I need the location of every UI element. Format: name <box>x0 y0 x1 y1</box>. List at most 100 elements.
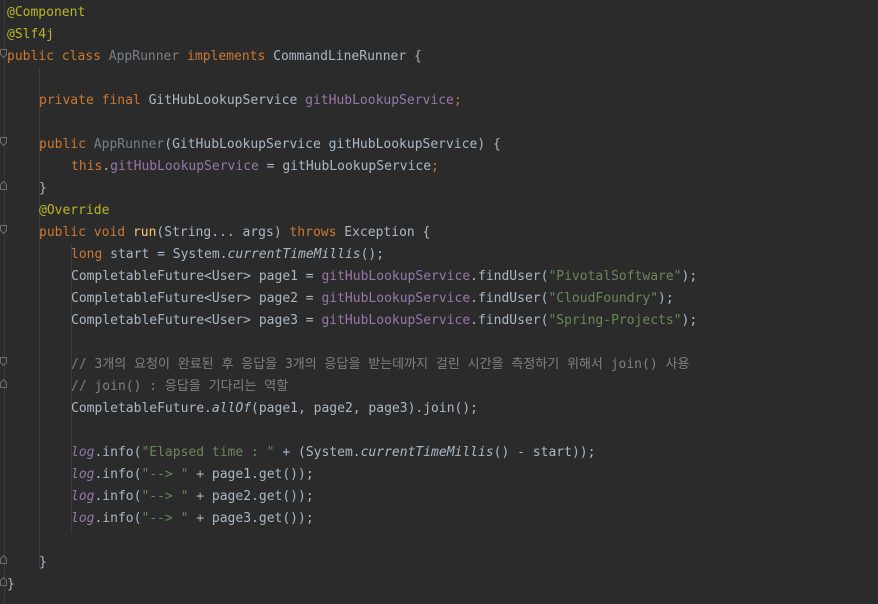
fold-marker-icon[interactable] <box>0 577 7 586</box>
call-end: ); <box>681 313 698 328</box>
expression: + page1.get()); <box>188 467 314 482</box>
fold-marker-icon[interactable] <box>0 379 7 388</box>
comment: // 3개의 요청이 완료된 후 응답을 3개의 응답을 받는데까지 걸린 시간… <box>71 357 690 372</box>
code-line[interactable]: public class AppRunner implements Comman… <box>7 46 422 68</box>
expression: + page2.get()); <box>188 489 314 504</box>
fold-marker-icon[interactable] <box>0 357 7 366</box>
code-line[interactable]: log.info("--> " + page3.get()); <box>71 508 314 530</box>
assignment: = gitHubLookupService <box>258 159 432 174</box>
interface-name: CommandLineRunner <box>273 49 407 64</box>
semicolon: ; <box>431 159 439 174</box>
code-line[interactable]: // 3개의 요청이 완료된 후 응답을 3개의 응답을 받는데까지 걸린 시간… <box>71 354 689 376</box>
constructor-name: AppRunner <box>93 137 165 152</box>
code-line[interactable]: log.info("Elapsed time : " + (System.cur… <box>71 442 595 464</box>
dot: . <box>102 159 111 174</box>
keyword: class <box>61 49 101 64</box>
method-name: run <box>132 225 157 240</box>
string-literal: "CloudFoundry" <box>548 291 659 306</box>
field-name: gitHubLookupService <box>305 93 454 108</box>
code-line[interactable]: public void run(String... args) throws E… <box>39 222 430 244</box>
brace: } <box>39 181 47 196</box>
method-call: .findUser( <box>470 269 549 284</box>
keyword: public <box>7 49 54 64</box>
code-line[interactable]: // join() : 응답을 기다리는 역할 <box>71 376 288 398</box>
keyword: public <box>39 225 86 240</box>
future-declaration: CompletableFuture<User> page2 = <box>71 291 322 306</box>
code-line[interactable]: this.gitHubLookupService = gitHubLookupS… <box>71 156 439 178</box>
method-call: .info( <box>94 489 142 504</box>
annotation-override: @Override <box>39 203 110 218</box>
code-line[interactable]: long start = System.currentTimeMillis(); <box>71 244 384 266</box>
keyword: final <box>101 93 141 108</box>
semicolon: ; <box>453 93 462 108</box>
constructor-params: (GitHubLookupService gitHubLookupService… <box>164 137 501 152</box>
static-method: currentTimeMillis <box>227 247 361 262</box>
code-line[interactable]: log.info("--> " + page1.get()); <box>71 464 314 486</box>
method-call: .info( <box>94 511 142 526</box>
keyword: long <box>71 247 103 262</box>
code-line[interactable]: CompletableFuture<User> page1 = gitHubLo… <box>71 266 697 288</box>
logger: log <box>71 489 95 504</box>
logger: log <box>71 511 95 526</box>
gutter <box>4 0 5 604</box>
static-method: currentTimeMillis <box>360 445 494 460</box>
keyword: this <box>71 159 103 174</box>
code-line[interactable]: log.info("--> " + page2.get()); <box>71 486 314 508</box>
code-line[interactable]: CompletableFuture<User> page3 = gitHubLo… <box>71 310 697 332</box>
code-line[interactable]: } <box>39 178 47 200</box>
code-editor[interactable]: @Component @Slf4j public class AppRunner… <box>0 0 878 604</box>
annotation-slf4j: @Slf4j <box>7 27 54 42</box>
brace: } <box>7 577 15 592</box>
expression: () - start)); <box>493 445 596 460</box>
string-literal: "--> " <box>141 467 189 482</box>
method-call: .info( <box>94 467 142 482</box>
method-call: .findUser( <box>470 313 549 328</box>
code-line[interactable]: } <box>39 552 47 574</box>
fold-marker-icon[interactable] <box>0 181 7 190</box>
fold-marker-icon[interactable] <box>0 555 7 564</box>
keyword: throws <box>289 225 337 240</box>
brace: { <box>414 49 422 64</box>
class-name: AppRunner <box>108 49 180 64</box>
comment: // join() : 응답을 기다리는 역할 <box>71 379 289 394</box>
call-end: ); <box>658 291 674 306</box>
brace: } <box>39 555 47 570</box>
string-literal: "Spring-Projects" <box>548 313 682 328</box>
call-end: (); <box>360 247 385 262</box>
call-end: ); <box>681 269 698 284</box>
type-name: GitHubLookupService <box>148 93 298 108</box>
string-literal: "Elapsed time : " <box>141 445 275 460</box>
keyword: public <box>39 137 86 152</box>
fold-marker-icon[interactable] <box>0 225 7 234</box>
code-line[interactable]: @Component <box>7 2 85 24</box>
code-line[interactable]: } <box>7 574 15 596</box>
future-declaration: CompletableFuture<User> page3 = <box>71 313 322 328</box>
code-line[interactable]: @Slf4j <box>7 24 54 46</box>
annotation-component: @Component <box>7 5 86 20</box>
field-name: gitHubLookupService <box>321 291 471 306</box>
static-method: allOf <box>211 401 252 416</box>
code-line[interactable]: private final GitHubLookupService gitHub… <box>39 90 462 112</box>
logger: log <box>71 445 95 460</box>
method-call: .findUser( <box>470 291 549 306</box>
class-ref: CompletableFuture. <box>71 401 212 416</box>
keyword: private <box>39 93 94 108</box>
code-line[interactable]: CompletableFuture.allOf(page1, page2, pa… <box>71 398 478 420</box>
code-line[interactable]: CompletableFuture<User> page2 = gitHubLo… <box>71 288 674 310</box>
future-declaration: CompletableFuture<User> page1 = <box>71 269 322 284</box>
method-params: (String... args) <box>156 225 290 240</box>
field-name: gitHubLookupService <box>321 313 471 328</box>
keyword: void <box>93 225 126 240</box>
fold-marker-icon[interactable] <box>0 49 7 58</box>
exception-clause: Exception { <box>336 225 431 240</box>
start-declaration: start = System. <box>102 247 228 262</box>
fold-marker-icon[interactable] <box>0 137 7 146</box>
code-line[interactable]: public AppRunner(GitHubLookupService git… <box>39 134 501 156</box>
field-name: gitHubLookupService <box>321 269 471 284</box>
method-call: .info( <box>94 445 142 460</box>
expression: + (System. <box>274 445 361 460</box>
code-line[interactable]: @Override <box>39 200 109 222</box>
method-args: (page1, page2, page3).join(); <box>251 401 479 416</box>
expression: + page3.get()); <box>188 511 314 526</box>
logger: log <box>71 467 95 482</box>
